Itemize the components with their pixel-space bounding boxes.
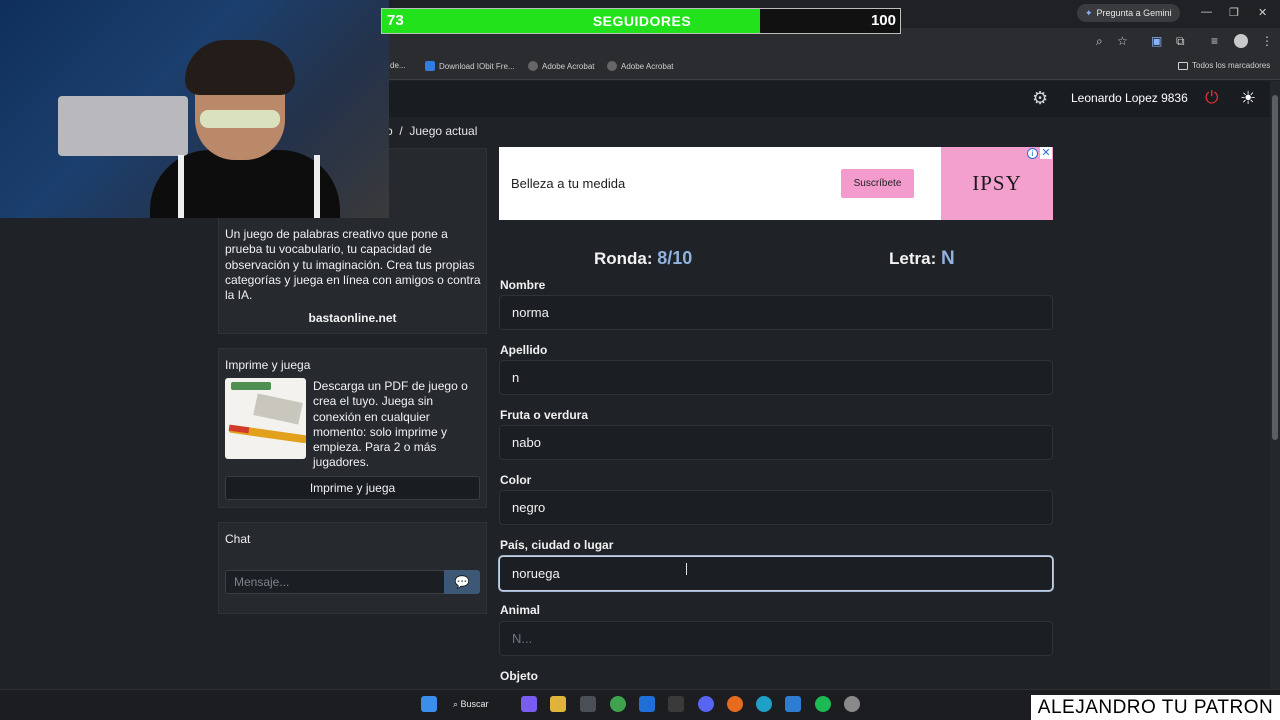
print-card-title: Imprime y juega xyxy=(225,358,311,372)
ask-gemini-button[interactable]: ✦ Pregunta a Gemini xyxy=(1077,4,1180,22)
chat-send-button[interactable]: 💬 xyxy=(444,570,480,594)
file-explorer-icon[interactable] xyxy=(550,696,566,712)
letter-indicator: Letra: N xyxy=(889,248,955,270)
field-label-apellido: Apellido xyxy=(500,343,548,357)
field-label-color: Color xyxy=(500,473,532,487)
windows-start-icon[interactable] xyxy=(421,696,437,712)
globe-icon xyxy=(528,61,538,71)
page-scrollbar[interactable] xyxy=(1270,81,1280,689)
print-game-image xyxy=(225,378,306,459)
bookmark-item[interactable]: Adobe Acrobat xyxy=(607,61,673,71)
spotify-icon[interactable] xyxy=(815,696,831,712)
ask-gemini-label: Pregunta a Gemini xyxy=(1096,8,1172,18)
bookmark-item[interactable]: Download IObit Fre... xyxy=(425,61,515,71)
field-input-animal[interactable] xyxy=(499,621,1053,656)
minimize-icon[interactable]: — xyxy=(1201,6,1212,18)
chrome-icon[interactable] xyxy=(610,696,626,712)
extensions-icon[interactable]: ⧉ xyxy=(1176,34,1185,49)
all-bookmarks-label: Todos los marcadores xyxy=(1192,61,1271,70)
discord-icon[interactable] xyxy=(698,696,714,712)
print-card-text: Descarga un PDF de juego o crea el tuyo.… xyxy=(313,379,468,470)
zoom-icon[interactable]: ⌕ xyxy=(1096,34,1103,49)
sun-icon[interactable]: ☀ xyxy=(1240,88,1256,109)
followers-label: SEGUIDORES xyxy=(592,13,692,29)
obs-icon[interactable] xyxy=(844,696,860,712)
edge-icon[interactable] xyxy=(756,696,772,712)
profile-avatar[interactable] xyxy=(1234,34,1248,48)
mail-icon[interactable] xyxy=(639,696,655,712)
followers-goal: 100 xyxy=(870,12,896,29)
letter-label: Letra: xyxy=(889,249,937,268)
globe-icon xyxy=(607,61,617,71)
ad-info-icon[interactable]: i xyxy=(1027,148,1038,159)
user-name[interactable]: Leonardo Lopez 9836 xyxy=(1071,91,1188,105)
bookmark-item[interactable]: Adobe Acrobat xyxy=(528,61,594,71)
round-value: 8/10 xyxy=(657,248,693,268)
chat-card xyxy=(218,522,487,614)
field-input-apellido[interactable] xyxy=(499,360,1053,395)
gemini-spark-icon: ✦ xyxy=(1085,8,1093,18)
power-icon[interactable]: ⏻ xyxy=(1205,88,1218,108)
iobit-icon xyxy=(425,61,435,71)
bookmark-label: Adobe Acrobat xyxy=(542,61,595,71)
field-label-pais: País, ciudad o lugar xyxy=(500,538,614,552)
firefox-icon[interactable] xyxy=(727,696,743,712)
folder-icon xyxy=(1178,61,1188,70)
field-input-color[interactable] xyxy=(499,490,1053,525)
chat-message-input[interactable] xyxy=(225,570,444,594)
chat-bubble-icon: 💬 xyxy=(454,575,470,589)
close-window-icon[interactable]: ✕ xyxy=(1258,6,1267,19)
text-cursor xyxy=(686,563,687,575)
search-icon: ⌕ xyxy=(453,699,461,709)
field-label-animal: Animal xyxy=(500,603,541,617)
ad-banner[interactable]: Belleza a tu medida Suscríbete IPSY i ✕ xyxy=(499,147,1053,220)
bookmark-star-icon[interactable]: ☆ xyxy=(1117,34,1128,48)
scrollbar-thumb[interactable] xyxy=(1272,95,1278,440)
letter-value: N xyxy=(940,248,955,269)
gear-icon[interactable]: ⚙ xyxy=(1032,88,1048,109)
kebab-menu-icon[interactable]: ⋮ xyxy=(1261,34,1273,48)
ad-subscribe-button[interactable]: Suscríbete xyxy=(841,169,914,198)
streamer-watermark: ALEJANDRO TU PATRON xyxy=(1031,695,1280,720)
site-name: bastaonline.net xyxy=(308,311,397,325)
followers-goal-bar: 73 SEGUIDORES 100 xyxy=(381,8,901,34)
print-and-play-button[interactable]: Imprime y juega xyxy=(225,476,480,500)
round-indicator: Ronda: 8/10 xyxy=(594,248,692,269)
field-input-nombre[interactable] xyxy=(499,295,1053,330)
bookmark-item[interactable]: de... xyxy=(390,61,406,70)
translate-icon[interactable]: ▣ xyxy=(1151,34,1162,48)
field-label-objeto: Objeto xyxy=(500,669,538,683)
game-description: Un juego de palabras creativo que pone a… xyxy=(225,227,481,303)
bookmark-label: de... xyxy=(390,61,406,70)
store-icon[interactable] xyxy=(580,696,596,712)
ad-close-icon[interactable]: ✕ xyxy=(1040,147,1052,159)
round-label: Ronda: xyxy=(594,249,653,268)
taskbar-search[interactable]: ⌕ Buscar xyxy=(453,695,489,713)
streamer-webcam xyxy=(0,0,389,218)
ad-text: Belleza a tu medida xyxy=(511,176,626,191)
breadcrumb: o / Juego actual xyxy=(386,124,478,138)
restore-icon[interactable]: ❐ xyxy=(1229,6,1239,19)
app-icon[interactable] xyxy=(785,696,801,712)
field-input-fruta[interactable] xyxy=(499,425,1053,460)
epic-games-icon[interactable] xyxy=(668,696,684,712)
bookmark-label: Download IObit Fre... xyxy=(439,61,515,71)
field-label-fruta: Fruta o verdura xyxy=(500,408,589,422)
taskbar-search-label: Buscar xyxy=(460,699,489,709)
field-input-pais[interactable] xyxy=(499,556,1053,591)
chat-title: Chat xyxy=(225,532,251,546)
ad-brand-logo: IPSY xyxy=(941,147,1053,220)
field-label-nombre: Nombre xyxy=(500,278,546,292)
all-bookmarks[interactable]: Todos los marcadores xyxy=(1178,61,1270,70)
media-icon[interactable]: ≡ xyxy=(1211,34,1218,48)
copilot-icon[interactable] xyxy=(521,696,537,712)
bookmark-label: Adobe Acrobat xyxy=(621,61,674,71)
